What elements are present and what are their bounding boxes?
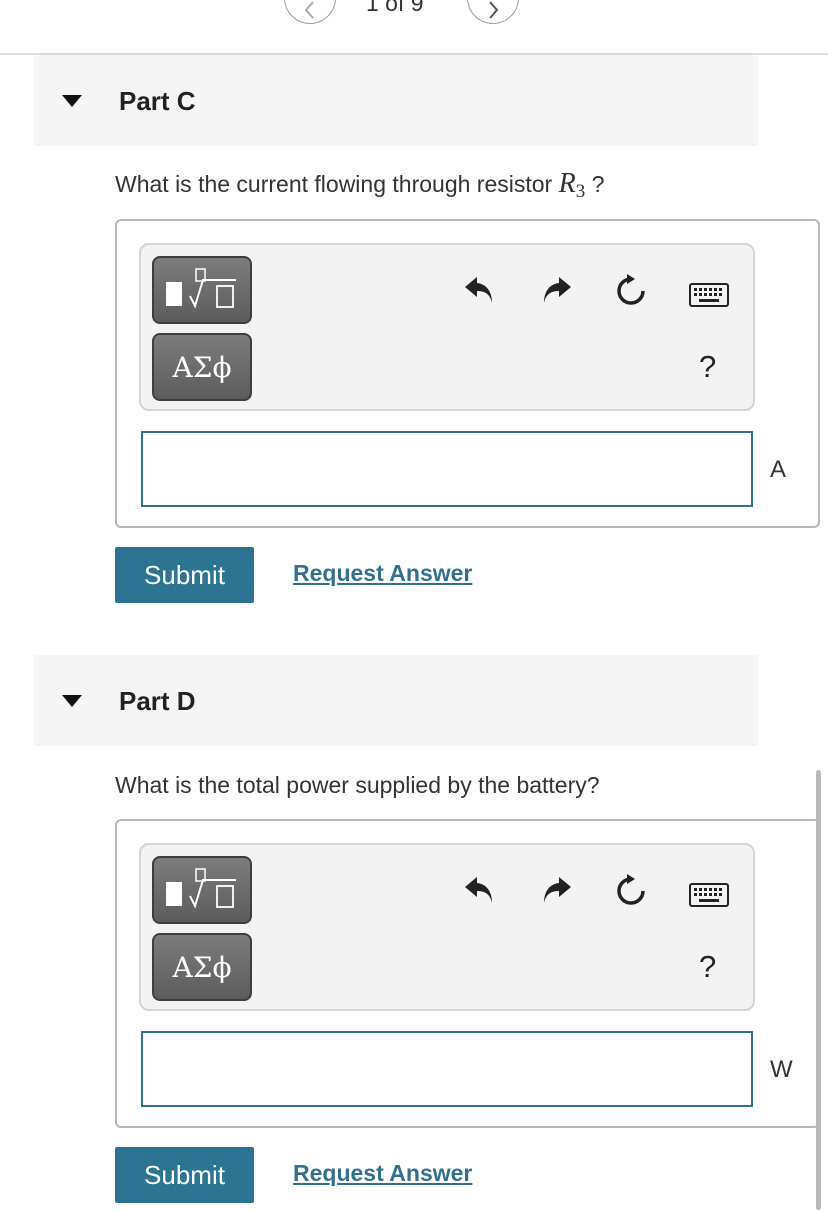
math-toolbar: ΑΣϕ ? [139,243,755,411]
request-answer-link[interactable]: Request Answer [293,1160,472,1187]
question-suffix: ? [585,171,605,197]
chevron-left-icon [304,1,314,19]
part-c-header[interactable]: Part C [34,55,758,146]
part-title: Part C [119,86,196,116]
pager-indicator: 1 of 9 [366,0,424,16]
help-button[interactable]: ? [699,949,716,985]
answer-input[interactable] [141,1031,753,1107]
symbols-button[interactable]: ΑΣϕ [152,933,252,1001]
question-prefix: What is the current flowing through resi… [115,171,559,197]
caret-down-icon [62,695,82,707]
templates-button[interactable] [152,856,252,924]
part-d-header[interactable]: Part D [34,655,758,746]
math-toolbar: ΑΣϕ ? [139,843,755,1011]
unit-label: W [770,1056,793,1083]
question-text: What is the current flowing through resi… [115,168,604,203]
answer-container: ΑΣϕ ? W [115,819,820,1128]
submit-button[interactable]: Submit [115,1147,254,1203]
resistor-variable: R3 [558,168,586,202]
answer-container: ΑΣϕ ? A [115,219,820,528]
undo-icon[interactable] [463,273,497,307]
unit-label: A [770,456,787,483]
redo-icon[interactable] [539,873,573,907]
templates-icon [166,268,236,309]
part-title: Part D [119,686,196,716]
keyboard-icon[interactable] [689,883,729,907]
question-text: What is the total power supplied by the … [115,772,600,798]
templates-button[interactable] [152,256,252,324]
templates-icon [166,868,236,909]
symbols-button[interactable]: ΑΣϕ [152,333,252,401]
keyboard-icon[interactable] [689,283,729,307]
scrollbar[interactable] [816,770,821,1210]
undo-icon[interactable] [463,873,497,907]
chevron-right-icon [489,1,499,19]
caret-down-icon [62,95,82,107]
next-button[interactable] [467,0,519,24]
submit-button[interactable]: Submit [115,547,254,603]
request-answer-link[interactable]: Request Answer [293,560,472,587]
previous-button[interactable] [284,0,336,24]
help-button[interactable]: ? [699,349,716,385]
reset-icon[interactable] [613,873,649,909]
answer-input[interactable] [141,431,753,507]
redo-icon[interactable] [539,273,573,307]
reset-icon[interactable] [613,273,649,309]
